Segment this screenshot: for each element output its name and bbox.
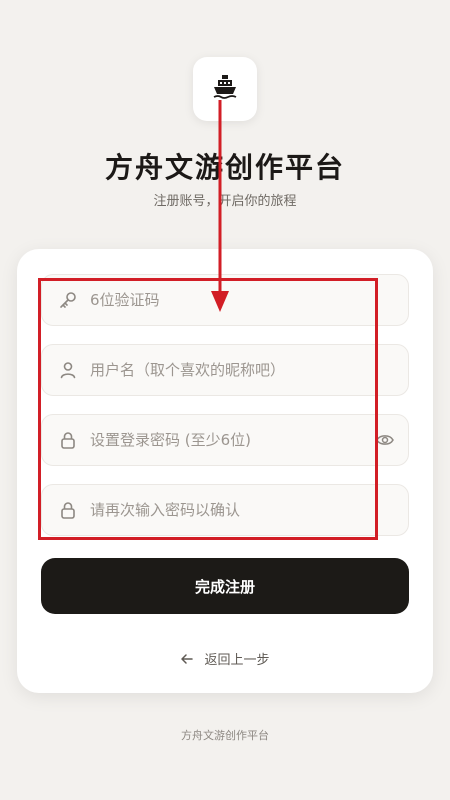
lock-icon xyxy=(58,430,78,450)
confirm-password-field[interactable] xyxy=(41,484,409,536)
username-field[interactable] xyxy=(41,344,409,396)
username-input[interactable] xyxy=(90,345,408,395)
eye-icon[interactable] xyxy=(374,429,396,451)
user-icon xyxy=(58,360,78,380)
password-field[interactable] xyxy=(41,414,409,466)
confirm-password-input[interactable] xyxy=(90,485,408,535)
footer-text: 方舟文游创作平台 xyxy=(181,729,269,742)
page-title: 方舟文游创作平台 xyxy=(104,151,345,184)
page-subtitle: 注册账号，开启你的旅程 xyxy=(153,194,297,209)
complete-registration-button[interactable]: 完成注册 xyxy=(41,558,409,614)
key-icon xyxy=(58,290,78,310)
app-logo xyxy=(193,57,257,121)
verification-code-field[interactable] xyxy=(41,274,409,326)
register-card: 完成注册 返回上一步 xyxy=(17,249,433,693)
arrow-left-icon xyxy=(180,652,194,666)
verification-code-input[interactable] xyxy=(90,275,408,325)
ship-icon xyxy=(211,73,239,105)
password-input[interactable] xyxy=(90,415,374,465)
back-link[interactable]: 返回上一步 xyxy=(17,649,433,668)
back-label: 返回上一步 xyxy=(204,653,270,668)
lock-icon xyxy=(58,500,78,520)
